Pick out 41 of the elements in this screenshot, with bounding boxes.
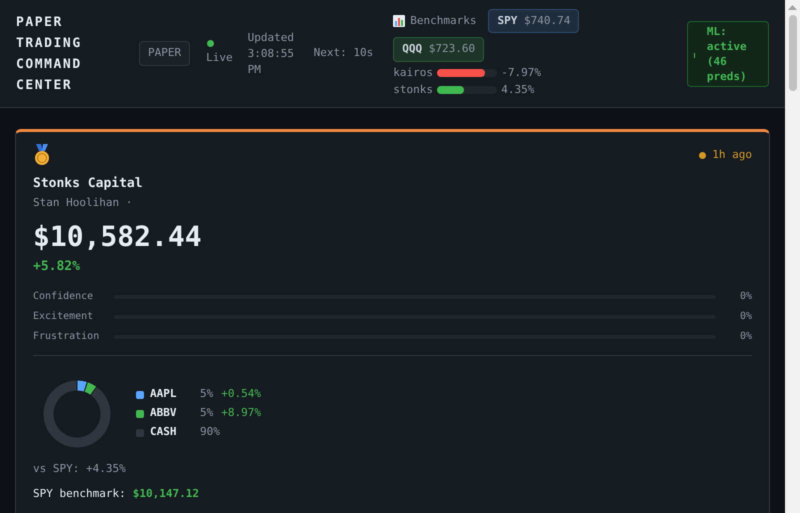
benchmark-return: -7.97% (501, 64, 541, 81)
quote-badge: SPY $740.74 (488, 8, 580, 33)
holding-weight: 5% (200, 386, 214, 402)
holding-symbol: AAPL (150, 386, 178, 402)
bar-chart-icon (393, 14, 406, 27)
value-change: +5.82% (33, 258, 81, 276)
holding-return: +8.97% (221, 405, 261, 422)
portfolio-value: $10,582.44 (33, 219, 203, 255)
spy-benchmark-label: SPY benchmark: (33, 486, 126, 502)
last-active-time: 1h ago (712, 147, 752, 163)
quote-badge: QQQ $723.60 (393, 37, 484, 62)
scrollbar[interactable] (785, 0, 800, 513)
benchmark-name: stonks (393, 82, 434, 98)
holding-symbol: CASH (150, 424, 178, 440)
manager-name: Stan Hoolihan · (33, 194, 134, 210)
mood-label: Confidence (33, 290, 94, 304)
holding-weight: 90% (200, 424, 220, 440)
benchmark-return: 4.35% (501, 82, 534, 98)
live-label: Live (206, 50, 233, 66)
ml-status-text: ML: active (46 preds) (706, 24, 748, 84)
next-refresh: Next: 10s (314, 45, 374, 62)
mood-percent: 0% (738, 290, 752, 304)
medal-icon (33, 144, 51, 166)
holding-symbol: ABBV (150, 405, 178, 422)
fund-name: Stonks Capital (33, 175, 144, 193)
mood-percent: 0% (738, 330, 752, 344)
mood-percent: 0% (738, 310, 752, 324)
updated-time: Updated 3:08:55 PM (248, 30, 295, 78)
status-tick-icon (694, 53, 695, 58)
scroll-thumb[interactable] (788, 15, 796, 91)
holding-return: +0.54% (221, 386, 261, 402)
vs-spy-text: vs SPY: +4.35% (33, 460, 127, 476)
app-title: PAPER TRADING COMMAND CENTER (16, 14, 83, 94)
holding-weight: 5% (200, 405, 214, 422)
spy-benchmark-value: $10,147.12 (132, 486, 199, 502)
benchmark-name: kairos (393, 64, 434, 81)
mood-label: Excitement (33, 310, 94, 324)
benchmarks-label: Benchmarks (410, 12, 476, 28)
mood-label: Frustration (33, 330, 100, 344)
mode-badge: PAPER (139, 41, 190, 66)
scroll-up-icon[interactable] (788, 5, 797, 10)
